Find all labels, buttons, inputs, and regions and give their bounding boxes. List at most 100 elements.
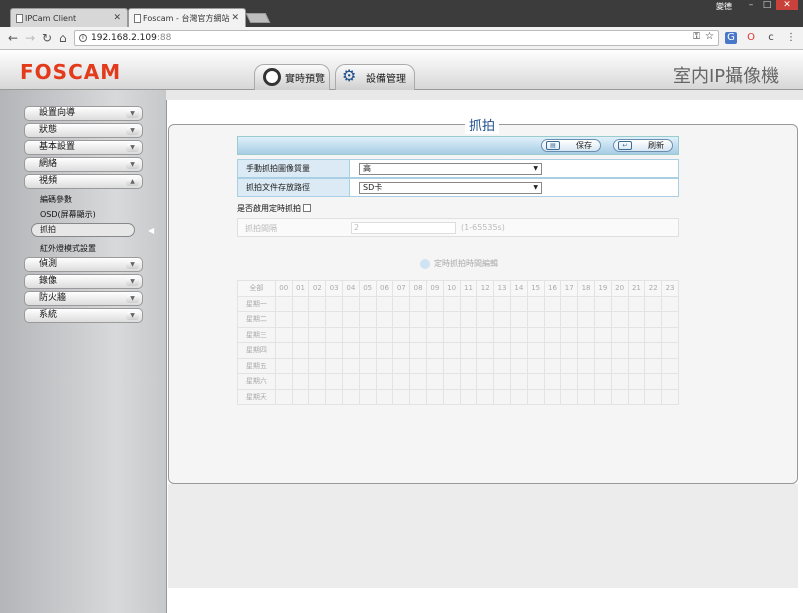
- hour-header[interactable]: 14: [509, 280, 528, 297]
- interval-input[interactable]: 2: [351, 222, 456, 234]
- schedule-cell[interactable]: [610, 357, 629, 374]
- tab-live-view[interactable]: 實時預覽: [254, 64, 330, 90]
- day-label[interactable]: 星期四: [237, 342, 276, 359]
- schedule-cell[interactable]: [560, 357, 579, 374]
- schedule-cell[interactable]: [392, 373, 411, 390]
- schedule-cell[interactable]: [325, 342, 343, 359]
- sidebar-item-firewall[interactable]: 防火牆 ▼: [24, 291, 143, 306]
- hour-header[interactable]: 18: [577, 280, 595, 297]
- sidebar-subitem-osd[interactable]: OSD(屏幕顯示): [40, 209, 96, 220]
- schedule-cell[interactable]: [308, 326, 327, 343]
- day-label[interactable]: 星期三: [237, 326, 276, 343]
- schedule-cell[interactable]: [375, 373, 394, 390]
- forward-icon[interactable]: →: [25, 31, 35, 45]
- schedule-cell[interactable]: [644, 326, 663, 343]
- schedule-cell[interactable]: [291, 295, 310, 312]
- schedule-cell[interactable]: [526, 342, 545, 359]
- schedule-cell[interactable]: [644, 388, 663, 405]
- schedule-cell[interactable]: [543, 388, 562, 405]
- schedule-cell[interactable]: [543, 295, 562, 312]
- schedule-cell[interactable]: [493, 311, 511, 328]
- browser-tab-foscam[interactable]: Foscam - 台灣官方網站 ✕: [128, 8, 246, 28]
- schedule-cell[interactable]: [425, 357, 444, 374]
- day-label[interactable]: 星期天: [237, 388, 276, 405]
- schedule-cell[interactable]: [425, 342, 444, 359]
- hour-header[interactable]: 19: [593, 280, 612, 297]
- schedule-cell[interactable]: [593, 326, 612, 343]
- star-icon[interactable]: ☆: [705, 31, 714, 42]
- schedule-cell[interactable]: [358, 357, 377, 374]
- schedule-cell[interactable]: [308, 342, 327, 359]
- schedule-cell[interactable]: [661, 357, 679, 374]
- hour-header[interactable]: 05: [358, 280, 377, 297]
- schedule-cell[interactable]: [526, 295, 545, 312]
- schedule-cell[interactable]: [593, 342, 612, 359]
- schedule-cell[interactable]: [291, 342, 310, 359]
- schedule-cell[interactable]: [308, 311, 327, 328]
- opera-icon[interactable]: O: [745, 32, 757, 44]
- hour-header[interactable]: 20: [610, 280, 629, 297]
- schedule-cell[interactable]: [341, 357, 360, 374]
- day-label[interactable]: 星期五: [237, 357, 276, 374]
- schedule-cell[interactable]: [560, 373, 579, 390]
- hour-header[interactable]: 21: [627, 280, 646, 297]
- translate-icon[interactable]: G: [725, 32, 737, 44]
- schedule-cell[interactable]: [442, 388, 461, 405]
- schedule-cell[interactable]: [459, 357, 478, 374]
- day-label[interactable]: 星期二: [237, 311, 276, 328]
- schedule-cell[interactable]: [325, 326, 343, 343]
- schedule-cell[interactable]: [593, 388, 612, 405]
- close-icon[interactable]: ✕: [113, 13, 121, 23]
- schedule-cell[interactable]: [442, 326, 461, 343]
- schedule-cell[interactable]: [409, 373, 427, 390]
- schedule-cell[interactable]: [543, 326, 562, 343]
- schedule-cell[interactable]: [610, 295, 629, 312]
- schedule-cell[interactable]: [341, 295, 360, 312]
- schedule-cell[interactable]: [409, 326, 427, 343]
- timed-snapshot-checkbox[interactable]: [303, 204, 311, 212]
- schedule-cell[interactable]: [593, 311, 612, 328]
- schedule-cell[interactable]: [526, 388, 545, 405]
- schedule-cell[interactable]: [593, 373, 612, 390]
- schedule-cell[interactable]: [308, 373, 327, 390]
- schedule-cell[interactable]: [308, 295, 327, 312]
- sidebar-item-video[interactable]: 視頻 ▲: [24, 174, 143, 189]
- schedule-cell[interactable]: [375, 357, 394, 374]
- schedule-cell[interactable]: [577, 388, 595, 405]
- schedule-cell[interactable]: [577, 295, 595, 312]
- schedule-cell[interactable]: [610, 373, 629, 390]
- schedule-cell[interactable]: [291, 311, 310, 328]
- hour-header[interactable]: 23: [661, 280, 679, 297]
- schedule-cell[interactable]: [459, 388, 478, 405]
- schedule-cell[interactable]: [509, 388, 528, 405]
- schedule-cell[interactable]: [493, 326, 511, 343]
- schedule-cell[interactable]: [627, 357, 646, 374]
- close-icon[interactable]: ✕: [231, 13, 239, 23]
- hour-header[interactable]: 13: [493, 280, 511, 297]
- home-icon[interactable]: ⌂: [59, 31, 67, 45]
- browser-tab-ipcam[interactable]: IPCam Client ✕: [10, 8, 128, 28]
- schedule-cell[interactable]: [274, 326, 293, 343]
- menu-icon[interactable]: ⋮: [785, 32, 797, 44]
- schedule-cell[interactable]: [291, 388, 310, 405]
- schedule-cell[interactable]: [325, 357, 343, 374]
- schedule-cell[interactable]: [442, 311, 461, 328]
- refresh-button[interactable]: ↩ 刷新: [613, 139, 673, 152]
- close-window-icon[interactable]: ✕: [776, 0, 798, 10]
- hour-header[interactable]: 17: [560, 280, 579, 297]
- schedule-cell[interactable]: [341, 342, 360, 359]
- hour-header[interactable]: 10: [442, 280, 461, 297]
- schedule-cell[interactable]: [358, 388, 377, 405]
- schedule-cell[interactable]: [661, 342, 679, 359]
- schedule-cell[interactable]: [341, 373, 360, 390]
- schedule-cell[interactable]: [442, 373, 461, 390]
- schedule-cell[interactable]: [644, 342, 663, 359]
- schedule-cell[interactable]: [644, 311, 663, 328]
- schedule-cell[interactable]: [661, 373, 679, 390]
- schedule-cell[interactable]: [493, 342, 511, 359]
- schedule-cell[interactable]: [509, 357, 528, 374]
- schedule-cell[interactable]: [375, 295, 394, 312]
- schedule-cell[interactable]: [274, 342, 293, 359]
- schedule-cell[interactable]: [274, 357, 293, 374]
- hour-header[interactable]: 00: [274, 280, 293, 297]
